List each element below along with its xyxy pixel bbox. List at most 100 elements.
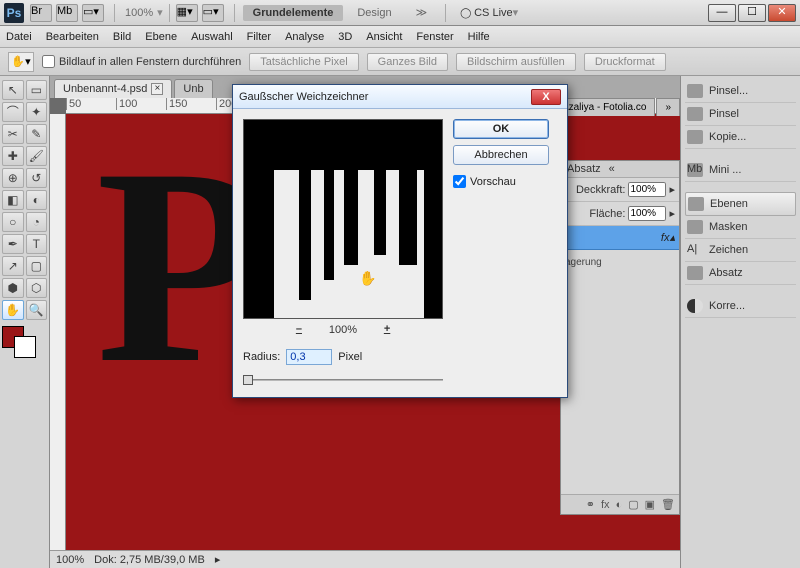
link-layers-icon[interactable]: ⚭ <box>586 498 595 511</box>
document-tab-2[interactable]: Unb <box>174 79 212 98</box>
status-doc-size[interactable]: Dok: 2,75 MB/39,0 MB <box>94 554 205 566</box>
ok-button[interactable]: OK <box>453 119 549 139</box>
print-size-button[interactable]: Druckformat <box>584 53 666 71</box>
path-tool[interactable]: ↗ <box>2 256 24 276</box>
menu-ansicht[interactable]: Ansicht <box>366 31 402 43</box>
fill-screen-button[interactable]: Bildschirm ausfüllen <box>456 53 576 71</box>
crop-tool[interactable]: ✂ <box>2 124 24 144</box>
zoom-out-button[interactable]: – <box>289 323 309 337</box>
paragraph-icon <box>687 266 703 280</box>
panel-zeichen[interactable]: A|Zeichen <box>685 239 796 262</box>
status-zoom[interactable]: 100% <box>56 554 84 566</box>
panel-absatz[interactable]: Absatz <box>685 262 796 285</box>
history-brush-tool[interactable]: ↺ <box>26 168 48 188</box>
lasso-tool[interactable]: ⌒ <box>2 102 24 122</box>
mask-icon[interactable]: ◐ <box>616 499 623 511</box>
minibridge-icon[interactable]: Mb <box>56 4 78 22</box>
workspace-grundelemente[interactable]: Grundelemente <box>243 5 344 21</box>
panel-ebenen[interactable]: Ebenen <box>685 192 796 216</box>
menu-analyse[interactable]: Analyse <box>285 31 324 43</box>
masks-icon <box>687 220 703 234</box>
layer-row-selected[interactable]: fx ▴ <box>561 226 679 250</box>
menu-bearbeiten[interactable]: Bearbeiten <box>46 31 99 43</box>
layers-tab-absatz[interactable]: Absatz <box>567 163 601 175</box>
shape-tool[interactable]: ▢ <box>26 256 48 276</box>
gradient-tool[interactable]: ◐ <box>26 190 48 210</box>
overflow-tabs: Azaliya - Fotolia.co » <box>553 98 680 116</box>
blur-tool[interactable]: ○ <box>2 212 24 232</box>
close-tab-icon[interactable]: × <box>151 83 163 95</box>
window-close[interactable]: ✕ <box>768 4 796 22</box>
workspace-design[interactable]: Design <box>347 5 401 21</box>
wand-tool[interactable]: ✦ <box>26 102 48 122</box>
pen-tool[interactable]: ✒ <box>2 234 24 254</box>
marquee-tool[interactable]: ▭ <box>26 80 48 100</box>
dodge-tool[interactable]: ◔ <box>26 212 48 232</box>
radius-unit: Pixel <box>338 351 362 363</box>
eraser-tool[interactable]: ◧ <box>2 190 24 210</box>
extras-icon[interactable]: ▭▾ <box>202 4 224 22</box>
heal-tool[interactable]: ✚ <box>2 146 24 166</box>
menu-bild[interactable]: Bild <box>113 31 131 43</box>
brush-icon <box>687 107 703 121</box>
new-layer-icon[interactable]: ▣ <box>645 498 655 511</box>
background-color[interactable] <box>14 336 36 358</box>
filter-preview[interactable]: ✋ <box>243 119 443 319</box>
radius-input[interactable] <box>286 349 332 365</box>
preview-zoom-value: 100% <box>329 324 357 336</box>
fill-field[interactable] <box>628 206 666 221</box>
actual-pixels-button[interactable]: Tatsächliche Pixel <box>249 53 358 71</box>
zoom-in-button[interactable]: + <box>377 323 397 337</box>
hand-tool[interactable]: ✋ <box>2 300 24 320</box>
panel-kopie[interactable]: Kopie... <box>685 126 796 149</box>
window-maximize[interactable]: ☐ <box>738 4 766 22</box>
color-swatch[interactable] <box>2 326 42 356</box>
menu-datei[interactable]: Datei <box>6 31 32 43</box>
menu-ebene[interactable]: Ebene <box>145 31 177 43</box>
eyedropper-tool[interactable]: ✎ <box>26 124 48 144</box>
group-icon[interactable]: ▢ <box>628 498 638 511</box>
options-bar: ✋▾ Bildlauf in allen Fenstern durchführe… <box>0 48 800 76</box>
gaussian-blur-dialog: Gaußscher Weichzeichner X ✋ – 100% + <box>232 84 568 398</box>
cancel-button[interactable]: Abbrechen <box>453 145 549 165</box>
document-tab-azaliya[interactable]: Azaliya - Fotolia.co <box>553 98 655 116</box>
panel-korrekturen[interactable]: Korre... <box>685 295 796 318</box>
menu-auswahl[interactable]: Auswahl <box>191 31 233 43</box>
preview-checkbox[interactable]: Vorschau <box>453 175 549 188</box>
zoom-value[interactable]: 100% <box>125 7 153 19</box>
window-minimize[interactable]: — <box>708 4 736 22</box>
hand-tool-preset[interactable]: ✋▾ <box>8 52 34 72</box>
menu-filter[interactable]: Filter <box>247 31 271 43</box>
panel-masken[interactable]: Masken <box>685 216 796 239</box>
workspace-more[interactable]: ≫ <box>406 4 438 21</box>
opacity-field[interactable] <box>628 182 666 197</box>
zoom-tool[interactable]: 🔍 <box>26 300 48 320</box>
type-tool[interactable]: T <box>26 234 48 254</box>
scroll-all-windows-checkbox[interactable]: Bildlauf in allen Fenstern durchführen <box>42 55 241 68</box>
tab-overflow-button[interactable]: » <box>656 98 680 116</box>
menu-3d[interactable]: 3D <box>338 31 352 43</box>
status-bar: 100% Dok: 2,75 MB/39,0 MB▸ <box>50 550 680 568</box>
minibridge-panel-icon: Mb <box>687 163 703 177</box>
arrange-icon[interactable]: ▦▾ <box>176 4 198 22</box>
bridge-icon[interactable]: Br <box>30 4 52 22</box>
panel-pinsel-presets[interactable]: Pinsel... <box>685 80 796 103</box>
layer-effect-row[interactable]: agerung <box>561 250 679 274</box>
document-tab-1[interactable]: Unbenannt-4.psd× <box>54 79 172 98</box>
panel-pinsel[interactable]: Pinsel <box>685 103 796 126</box>
dialog-close-button[interactable]: X <box>531 89 561 105</box>
fit-screen-button[interactable]: Ganzes Bild <box>367 53 448 71</box>
3d-tool[interactable]: ⬢ <box>2 278 24 298</box>
cs-live-button[interactable]: CS Live <box>460 7 513 19</box>
screen-mode-icon[interactable]: ▭▾ <box>82 4 104 22</box>
panel-mini[interactable]: MbMini ... <box>685 159 796 182</box>
stamp-tool[interactable]: ⊕ <box>2 168 24 188</box>
3d-camera-tool[interactable]: ⬡ <box>26 278 48 298</box>
radius-slider[interactable] <box>243 373 443 387</box>
fx-icon[interactable]: fx <box>601 499 610 511</box>
brush-tool[interactable]: 🖌 <box>26 146 48 166</box>
move-tool[interactable]: ↖ <box>2 80 24 100</box>
trash-icon[interactable]: 🗑 <box>661 498 675 511</box>
menu-hilfe[interactable]: Hilfe <box>468 31 490 43</box>
menu-fenster[interactable]: Fenster <box>416 31 453 43</box>
